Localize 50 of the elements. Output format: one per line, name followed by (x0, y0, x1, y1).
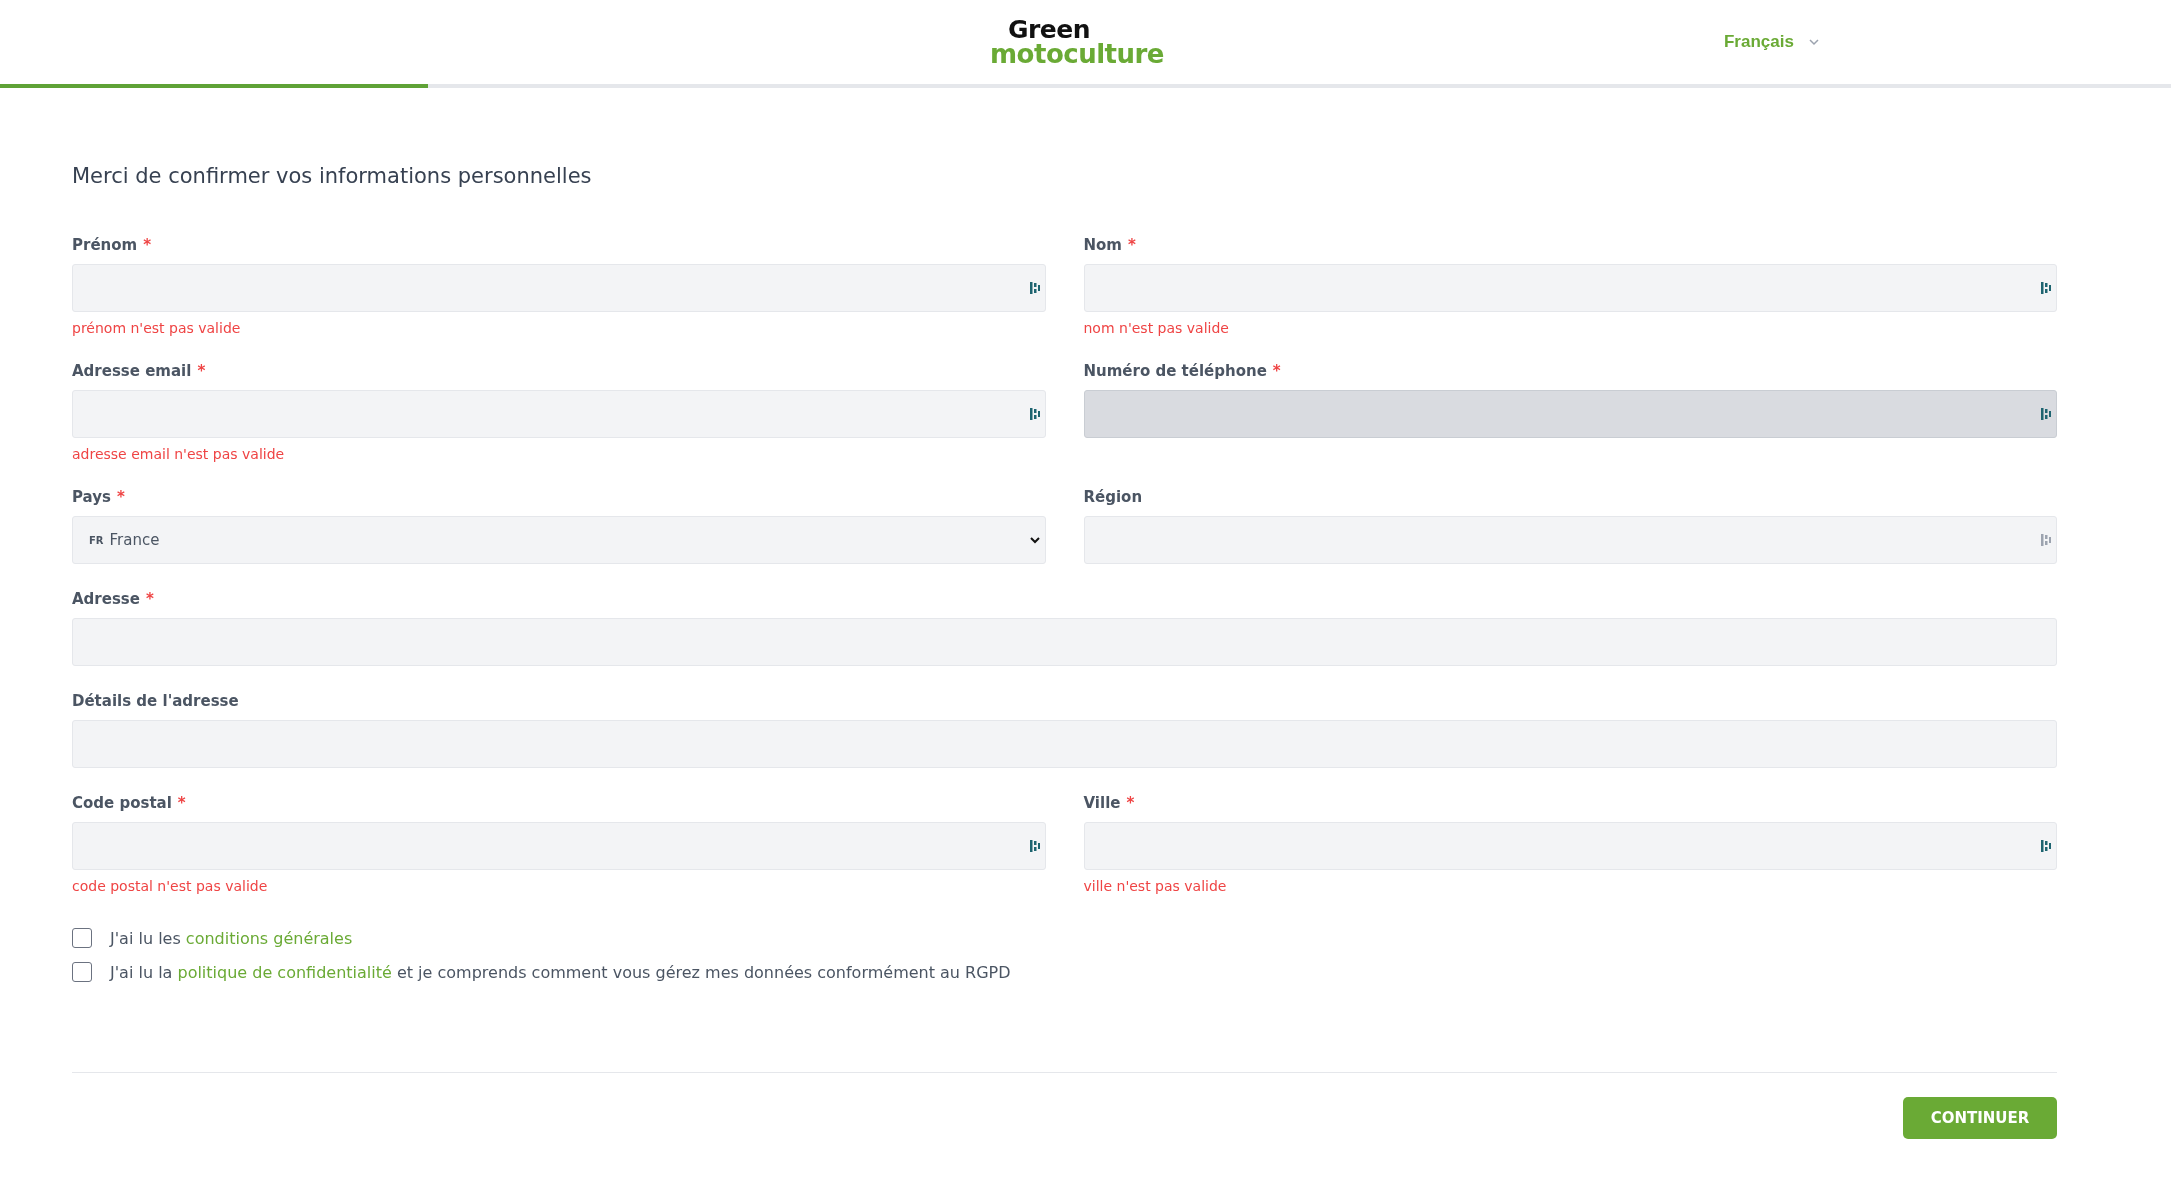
error-message: code postal n'est pas valide (72, 878, 269, 894)
checkbox[interactable] (72, 928, 92, 948)
consent-text: J'ai lu la politique de confidentialité et je comprends comment vous gérez mes données conformément au RGPD (110, 962, 1011, 982)
error-message: adresse email n'est pas valide (72, 446, 286, 462)
field-label: Pays (72, 488, 111, 506)
required-marker: * (116, 488, 125, 506)
required-marker: * (197, 362, 206, 380)
field-label: Région (1083, 488, 1143, 506)
autofill-icon[interactable] (2040, 280, 2052, 296)
input-field[interactable] (1083, 822, 2057, 870)
input-field[interactable] (1083, 516, 2057, 564)
autofill-icon[interactable] (2040, 838, 2052, 854)
autofill-icon[interactable] (1028, 406, 1041, 422)
required-marker: * (1126, 794, 1135, 812)
autofill-icon[interactable] (1028, 280, 1041, 296)
input-field[interactable] (72, 264, 1046, 312)
required-marker: * (145, 590, 154, 608)
field-label: Nom (1083, 236, 1122, 254)
field-label: Ville (1083, 794, 1121, 812)
country-select[interactable]: FR France (72, 516, 1046, 564)
country-value: France (109, 531, 160, 549)
field-label: Adresse email (72, 362, 192, 380)
required-marker: * (143, 236, 152, 254)
autofill-icon[interactable] (1028, 838, 1041, 854)
country-code: FR (89, 534, 104, 546)
checkbox[interactable] (72, 962, 92, 982)
field-label: Numéro de téléphone (1083, 362, 1267, 380)
error-message: nom n'est pas valide (1083, 320, 1230, 336)
chevron-down-icon (1807, 38, 1820, 46)
field-label: Détails de l'adresse (72, 692, 239, 710)
required-marker: * (177, 794, 186, 812)
field-label: Adresse (72, 590, 140, 608)
error-message: ville n'est pas valide (1083, 878, 1228, 894)
field-label: Prénom (72, 236, 138, 254)
consent-text: J'ai lu les conditions générales (110, 928, 353, 948)
required-marker: * (1272, 362, 1281, 380)
error-message: prénom n'est pas valide (72, 320, 242, 336)
input-field[interactable] (72, 822, 1046, 870)
continue-button[interactable]: CONTINUER (1903, 1097, 2057, 1139)
input-field[interactable] (72, 390, 1046, 438)
logo: Green motoculture (990, 17, 1164, 67)
required-marker: * (1128, 236, 1136, 254)
consent-link[interactable]: politique de confidentialité (177, 962, 392, 982)
consent-link[interactable]: conditions générales (185, 928, 353, 948)
page-title: Merci de confirmer vos informations personnelles (72, 164, 593, 188)
language-selector[interactable]: Français (1724, 32, 1820, 52)
input-field[interactable] (72, 618, 2057, 666)
input-field[interactable] (1083, 264, 2057, 312)
field-label: Code postal (72, 794, 172, 812)
input-field[interactable] (72, 720, 2057, 768)
